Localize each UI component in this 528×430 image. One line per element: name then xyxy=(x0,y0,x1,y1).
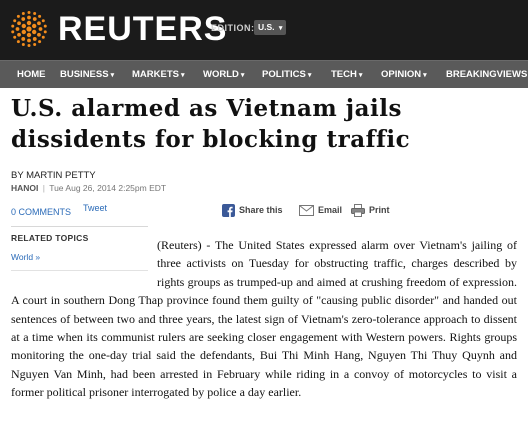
logo-dot xyxy=(27,11,31,14)
article-body: (Reuters) - The United States expressed … xyxy=(11,236,517,402)
logo-dot xyxy=(32,37,37,41)
logo-dot xyxy=(11,30,15,34)
logo-dot xyxy=(41,19,45,23)
nav-item-home[interactable]: HOME xyxy=(17,61,46,89)
logo-dot xyxy=(27,38,31,43)
nav-item-opinion[interactable]: OPINION ▾ xyxy=(381,61,427,89)
reuters-logo-text[interactable]: REUTERS xyxy=(58,9,227,49)
logo-dot xyxy=(16,14,20,18)
edition-value: U.S. xyxy=(258,22,275,32)
nav-label: OPINION xyxy=(381,69,422,80)
chevron-down-icon: ▾ xyxy=(110,72,115,79)
chevron-down-icon: ▾ xyxy=(358,72,363,79)
logo-dot xyxy=(31,29,37,35)
facebook-icon xyxy=(222,204,235,218)
share-label: Share this xyxy=(239,205,283,215)
share-button[interactable]: Share this xyxy=(222,202,283,218)
logo-dot xyxy=(21,43,25,47)
nav-item-tech[interactable]: TECH ▾ xyxy=(331,61,362,89)
edition-select[interactable]: U.S. ▾ xyxy=(254,20,287,35)
logo-dot xyxy=(17,32,21,37)
logo-dot xyxy=(37,21,41,26)
edition-label: EDITION: xyxy=(211,23,255,33)
chevron-down-icon: ▾ xyxy=(240,72,245,79)
logo-dot xyxy=(21,23,27,29)
logo-dot xyxy=(31,23,37,29)
print-button[interactable]: Print xyxy=(351,202,390,218)
print-label: Print xyxy=(369,205,390,215)
logo-dot xyxy=(38,40,42,44)
logo-dot xyxy=(27,44,31,47)
logo-dot xyxy=(26,20,32,26)
chevron-down-icon: ▾ xyxy=(307,72,312,79)
reuters-dots-icon[interactable] xyxy=(9,9,49,49)
nav-item-world[interactable]: WORLD ▾ xyxy=(203,61,244,89)
chevron-down-icon: ▾ xyxy=(423,72,427,79)
email-icon xyxy=(299,205,314,217)
nav-label: TECH xyxy=(331,69,357,80)
logo-dot xyxy=(21,11,25,15)
logo-dot xyxy=(37,32,41,37)
divider xyxy=(11,226,148,227)
logo-dot xyxy=(43,30,47,34)
logo-dot xyxy=(41,35,45,39)
email-button[interactable]: Email xyxy=(299,202,342,218)
nav-label: BREAKINGVIEWS xyxy=(446,69,528,80)
email-label: Email xyxy=(318,205,343,215)
dateline-location: HANOI xyxy=(11,183,39,193)
logo-dot xyxy=(16,40,20,44)
logo-dot xyxy=(13,35,17,39)
main-nav: HOME BUSINESS ▾ MARKETS ▾ WORLD ▾ POLITICS ▾… xyxy=(0,60,528,88)
logo-dot xyxy=(21,37,26,41)
tweet-button[interactable]: Tweet xyxy=(83,203,107,213)
logo-dot xyxy=(15,27,20,31)
logo-dot xyxy=(21,17,26,21)
logo-dot xyxy=(26,26,32,32)
logo-dot xyxy=(21,29,27,35)
logo-dot xyxy=(26,32,32,38)
chevron-down-icon: ▾ xyxy=(278,25,283,32)
logo-dot xyxy=(11,24,15,28)
article-byline: BY MARTIN PETTY xyxy=(11,170,96,181)
logo-dot xyxy=(33,43,37,47)
nav-label: BUSINESS xyxy=(60,69,109,80)
dateline-date: Tue Aug 26, 2014 2:25pm EDT xyxy=(49,183,167,193)
logo-dot xyxy=(17,21,21,26)
print-icon xyxy=(351,204,365,218)
article-dateline: HANOI | Tue Aug 26, 2014 2:25pm EDT xyxy=(11,183,166,193)
logo-dot xyxy=(38,14,42,18)
logo-dot xyxy=(43,24,47,28)
article-headline: U.S. alarmed as Vietnam jails dissidents… xyxy=(11,95,411,153)
nav-label: POLITICS xyxy=(262,69,306,80)
logo-dot xyxy=(13,19,17,23)
nav-label: MARKETS xyxy=(132,69,179,80)
logo-dot xyxy=(38,27,43,31)
logo-dot xyxy=(33,11,37,15)
nav-item-business[interactable]: BUSINESS ▾ xyxy=(60,61,114,89)
nav-item-markets[interactable]: MARKETS ▾ xyxy=(132,61,185,89)
logo-dot xyxy=(27,15,31,20)
nav-label: WORLD xyxy=(203,69,239,80)
nav-item-breakingviews[interactable]: BREAKINGVIEWS xyxy=(446,61,527,89)
dateline-separator: | xyxy=(42,183,45,193)
comments-link[interactable]: 0 COMMENTS xyxy=(11,207,71,217)
chevron-down-icon: ▾ xyxy=(180,72,185,79)
nav-label: HOME xyxy=(17,69,46,80)
site-header: REUTERS EDITION: U.S. ▾ xyxy=(0,0,528,60)
logo-dot xyxy=(32,17,37,21)
nav-item-politics[interactable]: POLITICS ▾ xyxy=(262,61,311,89)
